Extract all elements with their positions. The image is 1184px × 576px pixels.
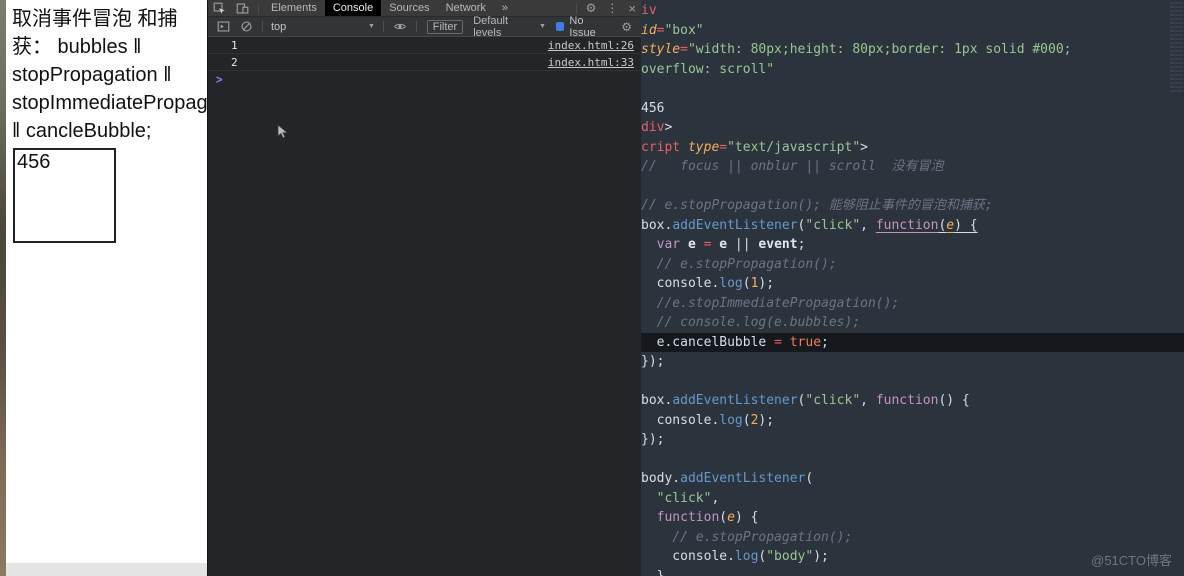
code-line: }); (641, 354, 665, 369)
code-line: console.log(1); (641, 276, 775, 291)
code-editor[interactable]: iv id="box" style="width: 80px;height: 80p… (641, 0, 1184, 576)
code-line: box.addEventListener("click", function()… (641, 393, 970, 408)
editor-minimap[interactable] (1170, 2, 1183, 94)
window-bottom-edge (6, 563, 207, 576)
page-text-line: 获： bubbles ‖ (12, 36, 142, 58)
code-line: box.addEventListener("click", function(e… (641, 217, 978, 233)
code-line: function(e) { (656, 510, 759, 525)
filter-input[interactable]: Filter (426, 19, 464, 34)
issue-square-icon (555, 22, 565, 31)
inspect-icon[interactable] (208, 0, 231, 16)
devtools-panel: Elements Console Sources Network» ⚙ ⋮ × top… (207, 0, 641, 576)
code-line: // e.stopPropagation(); (641, 529, 853, 545)
console-log-row: 2 index.html:33 (208, 54, 641, 71)
code-line: overflow: scroll" (641, 61, 775, 77)
console-sidebar-icon[interactable] (212, 20, 235, 33)
tab-sources[interactable]: Sources (381, 0, 437, 16)
tab-console[interactable]: Console (324, 0, 382, 16)
code-line: // e.stopPropagation(); 能够阻止事件的冒泡和捕获; (641, 198, 993, 213)
code-line: }); (641, 432, 665, 447)
mouse-cursor (277, 124, 288, 139)
issues-counter[interactable]: No Issue (550, 15, 616, 39)
log-levels-label: Default levels (473, 14, 509, 39)
code-line: div> (641, 120, 673, 135)
close-icon[interactable]: × (623, 0, 641, 16)
code-line: e.cancelBubble = true; (641, 332, 1184, 352)
code-line: style="width: 80px;height: 80px;border: … (641, 42, 1072, 57)
prompt-chevron-icon: > (216, 72, 223, 87)
page-text-line: ‖ cancleBubble; (12, 120, 152, 142)
code-line: // e.stopPropagation(); (641, 256, 837, 272)
console-source-link[interactable]: index.html:33 (548, 56, 634, 69)
code-content: iv id="box" style="width: 80px;height: 80p… (641, 0, 1184, 576)
context-selector-value: top (270, 20, 287, 33)
code-line: "click", (656, 490, 720, 506)
scroll-demo-box[interactable]: 456 (13, 148, 116, 243)
page-text-line: stopPropagation ‖ (12, 64, 172, 86)
code-line: cript type="text/javascript"> (641, 139, 868, 155)
log-levels-dropdown[interactable]: Default levels ▼ (469, 15, 550, 39)
divider (262, 21, 263, 32)
issues-label: No Issue (569, 14, 596, 39)
clear-console-icon[interactable] (235, 20, 258, 33)
console-log-message: 1 (231, 38, 238, 52)
device-toolbar-icon[interactable] (231, 0, 254, 16)
console-messages: 1 index.html:26 2 index.html:33 > (208, 37, 641, 88)
code-line: iv (641, 3, 657, 18)
divider (415, 21, 417, 32)
code-line: // console.log(e.bubbles); (641, 315, 861, 330)
console-log-row: 1 index.html:26 (208, 37, 641, 54)
console-log-message: 2 (231, 55, 238, 69)
console-prompt[interactable]: > (208, 71, 641, 88)
eye-icon[interactable] (388, 20, 412, 33)
code-line: console.log(2); (641, 412, 775, 428)
divider (258, 2, 259, 14)
console-toolbar: top ▼ Filter Default levels ▼ No Issue ⚙ (208, 15, 641, 39)
console-settings-gear-icon[interactable]: ⚙ (616, 21, 637, 33)
code-line: //e.stopImmediatePropagation(); (641, 295, 900, 311)
console-source-link[interactable]: index.html:26 (548, 39, 634, 52)
code-line: 456 (641, 100, 665, 116)
page-text-line: 取消事件冒泡 和捕 (12, 8, 178, 30)
chevron-down-icon: ▼ (539, 23, 546, 30)
code-line: var e = e || event; (656, 237, 806, 252)
divider (382, 21, 384, 32)
code-line: // focus || onblur || scroll 没有冒泡 (641, 159, 944, 174)
context-selector[interactable]: top ▼ (267, 21, 379, 33)
code-line: id="box" (641, 22, 704, 38)
page-paragraph: 取消事件冒泡 和捕 获： bubbles ‖ stopPropagation ‖… (6, 0, 207, 145)
page-text-line: stopImmediatePropag (12, 92, 207, 114)
screen: 取消事件冒泡 和捕 获： bubbles ‖ stopPropagation ‖… (0, 0, 1184, 576)
divider (575, 2, 577, 14)
browser-page: 取消事件冒泡 和捕 获： bubbles ‖ stopPropagation ‖… (6, 0, 207, 576)
chevron-down-icon: ▼ (367, 23, 375, 30)
tab-elements[interactable]: Elements (263, 0, 325, 16)
watermark: @51CTO博客 (1091, 553, 1172, 568)
code-line: body.addEventListener( (641, 471, 814, 486)
